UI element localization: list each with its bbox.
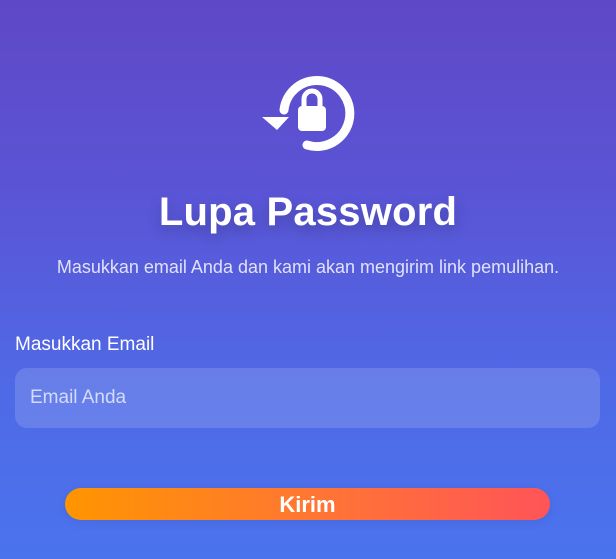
forgot-password-screen: Lupa Password Masukkan email Anda dan ka… — [0, 0, 616, 559]
page-subtitle: Masukkan email Anda dan kami akan mengir… — [56, 257, 560, 277]
reset-password-lock-icon — [259, 72, 355, 156]
email-field[interactable] — [15, 368, 600, 428]
email-label: Masukkan Email — [15, 334, 155, 355]
submit-button[interactable]: Kirim — [65, 488, 550, 520]
page-title: Lupa Password — [158, 190, 458, 234]
